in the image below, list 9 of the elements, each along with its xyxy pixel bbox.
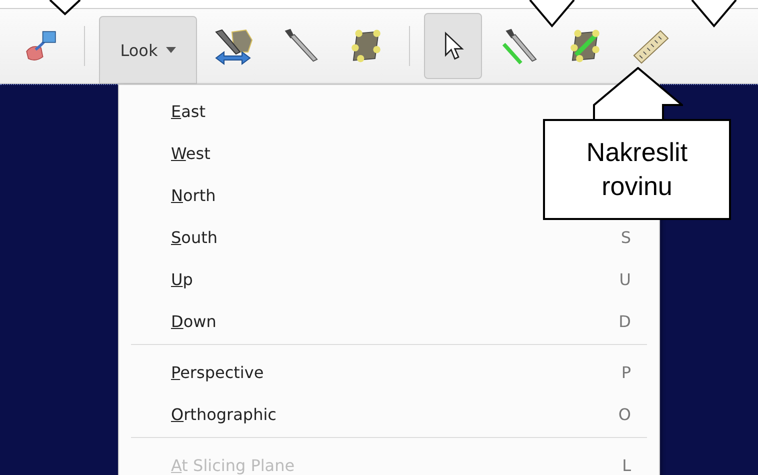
menu-item[interactable]: Perspective P [119, 351, 659, 393]
menu-item[interactable]: Up U [119, 258, 659, 300]
knife-line-icon [500, 27, 538, 65]
pointer-icon [442, 31, 464, 61]
menu-item[interactable]: Down D [119, 300, 659, 342]
menu-item[interactable]: Orthographic O [119, 393, 659, 435]
caret-icon [166, 47, 176, 53]
look-dropdown[interactable]: Look [99, 16, 197, 84]
pointer-tool-button[interactable] [424, 13, 482, 79]
